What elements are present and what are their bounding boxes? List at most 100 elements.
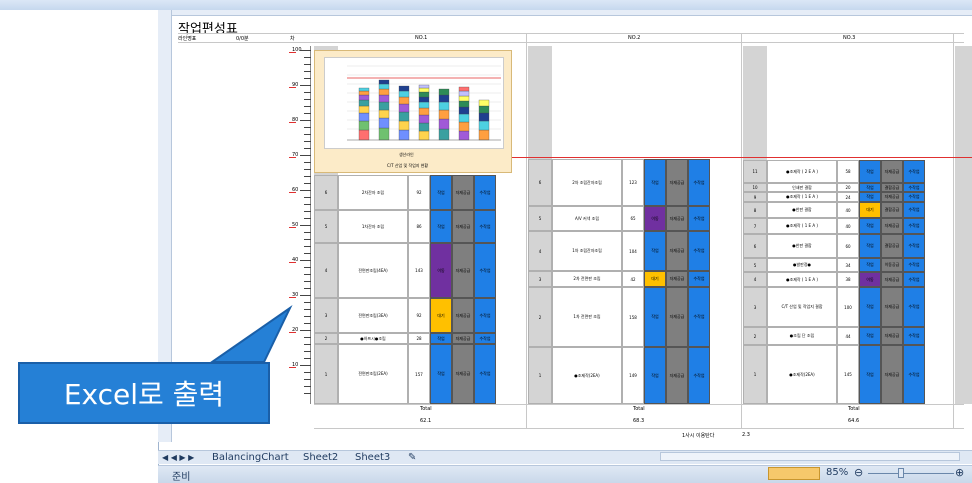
step-time[interactable]: 123 — [622, 159, 644, 206]
step-time[interactable]: 58 — [837, 160, 859, 183]
step-name[interactable]: 2차잔자 조립 — [338, 175, 408, 210]
step-name[interactable]: ●조제작 ( 1 E A ) — [767, 218, 837, 234]
step-number: 3 — [528, 271, 552, 287]
chart-bar-segment — [378, 127, 390, 141]
horizontal-scrollbar[interactable] — [660, 452, 960, 461]
ruler-tick — [304, 288, 311, 289]
step-status-1: 이동 — [859, 272, 881, 287]
header-rule — [178, 42, 964, 43]
ruler-red-mark — [289, 87, 296, 88]
step-time[interactable]: 104 — [622, 231, 644, 271]
tab-balancingchart[interactable]: BalancingChart — [212, 451, 289, 463]
step-name[interactable]: C/T 산업 및 작업지 결합 — [767, 287, 837, 327]
step-time[interactable]: 86 — [408, 210, 430, 243]
zoom-slider[interactable] — [868, 473, 954, 474]
step-name[interactable]: 전면판조립(3EA) — [338, 298, 408, 333]
chart-caption: C/T 산업 및 작업지 현황 — [387, 163, 429, 168]
footer-note-2: 2.3 — [742, 432, 750, 438]
ruler-tick — [300, 50, 311, 51]
chart-bar-segment — [358, 120, 370, 131]
step-name[interactable]: ●하프시●조립 — [338, 333, 408, 344]
step-name[interactable]: ●조제작 ( 1 E A ) — [767, 272, 837, 287]
step-time[interactable]: 44 — [837, 327, 859, 345]
tab-sheet2[interactable]: Sheet2 — [303, 451, 338, 463]
insert-sheet-icon[interactable]: ✎ — [408, 451, 416, 463]
step-time[interactable]: 145 — [837, 345, 859, 404]
tab-sheet3[interactable]: Sheet3 — [355, 451, 390, 463]
step-number: 1 — [743, 345, 767, 404]
step-number: 11 — [743, 160, 767, 183]
ruler-tick — [304, 274, 311, 275]
step-time[interactable]: 92 — [408, 175, 430, 210]
chart-bar-segment — [358, 129, 370, 141]
step-status-3: 수작업 — [474, 333, 496, 344]
ruler-tick — [304, 57, 311, 58]
zoom-out-icon[interactable]: ⊖ — [854, 466, 863, 479]
step-time[interactable]: 158 — [622, 287, 644, 347]
footer-note: 1사시 이용탄다 — [682, 433, 715, 439]
chart-bar-segment — [438, 128, 450, 141]
step-number: 7 — [743, 218, 767, 234]
step-name[interactable]: 2차 전면판 조립 — [552, 271, 622, 287]
step-name[interactable]: 전면판조립(4EA) — [338, 243, 408, 298]
step-time[interactable]: 149 — [622, 347, 644, 404]
chart-bar-segment — [458, 106, 470, 115]
zoom-in-icon[interactable]: ⊕ — [955, 466, 964, 479]
step-name[interactable]: ●조제작(2EA) — [552, 347, 622, 404]
step-time[interactable]: 92 — [408, 298, 430, 333]
view-buttons[interactable] — [768, 467, 820, 480]
step-time[interactable]: 157 — [408, 344, 430, 404]
step-status-1: 대기 — [859, 202, 881, 218]
step-name[interactable]: A/V 커넥 조립 — [552, 206, 622, 231]
chart-bar-segment — [478, 105, 490, 114]
step-time[interactable]: 40 — [837, 202, 859, 218]
step-status-1: 작업 — [644, 347, 666, 404]
ruler-red-mark — [289, 227, 296, 228]
chart-bar-segment — [358, 90, 370, 96]
chart-bar-segment — [438, 109, 450, 120]
step-number: 6 — [743, 234, 767, 258]
step-time[interactable]: 65 — [622, 206, 644, 231]
zoom-slider-thumb[interactable] — [898, 468, 904, 478]
step-name[interactable]: ●조제작(2EA) — [767, 345, 837, 404]
chart-bar-segment — [458, 130, 470, 141]
step-time[interactable]: 100 — [837, 287, 859, 327]
step-time[interactable]: 38 — [837, 272, 859, 287]
step-time[interactable]: 40 — [837, 218, 859, 234]
ruler-red-mark — [289, 297, 296, 298]
step-name[interactable]: 전면판조립(2EA) — [338, 344, 408, 404]
step-time[interactable]: 143 — [408, 243, 430, 298]
step-name[interactable]: ●조제작 ( 2 E A ) — [767, 160, 837, 183]
step-time[interactable]: 60 — [837, 234, 859, 258]
step-time[interactable]: 42 — [622, 271, 644, 287]
step-time[interactable]: 28 — [408, 333, 430, 344]
step-name[interactable]: 1차 전면판 조립 — [552, 287, 622, 347]
step-name[interactable]: ●조립 단 조립 — [767, 327, 837, 345]
column-header-strip[interactable] — [172, 10, 972, 16]
step-time[interactable]: 24 — [837, 192, 859, 202]
ruler-tick — [304, 253, 311, 254]
step-name[interactable]: ●조제작 ( 1 E A ) — [767, 192, 837, 202]
chart-bar-segment — [418, 107, 430, 116]
step-name[interactable]: 1차 조립잔자조립 — [552, 231, 622, 271]
step-name[interactable]: 인쇄판 결합 — [767, 183, 837, 192]
step-name[interactable]: ●한판 결합 — [767, 202, 837, 218]
step-name[interactable]: ●한판 결합 — [767, 234, 837, 258]
step-status-1: 작업 — [430, 175, 452, 210]
step-name[interactable]: ●발판정● — [767, 258, 837, 272]
sheet-nav-buttons[interactable]: ◀ ◀ ▶ ▶ — [162, 451, 194, 463]
ruler-tick — [304, 176, 311, 177]
step-time[interactable]: 34 — [837, 258, 859, 272]
step-name[interactable]: 2차 조립잔자조립 — [552, 159, 622, 206]
step-time[interactable]: 20 — [837, 183, 859, 192]
step-status-1: 작업 — [859, 183, 881, 192]
step-status-1: 작업 — [859, 327, 881, 345]
step-status-2: 자재공급 — [452, 298, 474, 333]
step-status-1: 작업 — [644, 159, 666, 206]
embedded-chart[interactable]: 생산라인 C/T 산업 및 작업지 현황 — [314, 50, 512, 173]
step-status-2: 결합공급 — [881, 234, 903, 258]
step-status-3: 수작업 — [903, 258, 925, 272]
total-rule — [314, 404, 964, 405]
step-status-3: 수작업 — [903, 202, 925, 218]
step-name[interactable]: 1차잔자 조립 — [338, 210, 408, 243]
